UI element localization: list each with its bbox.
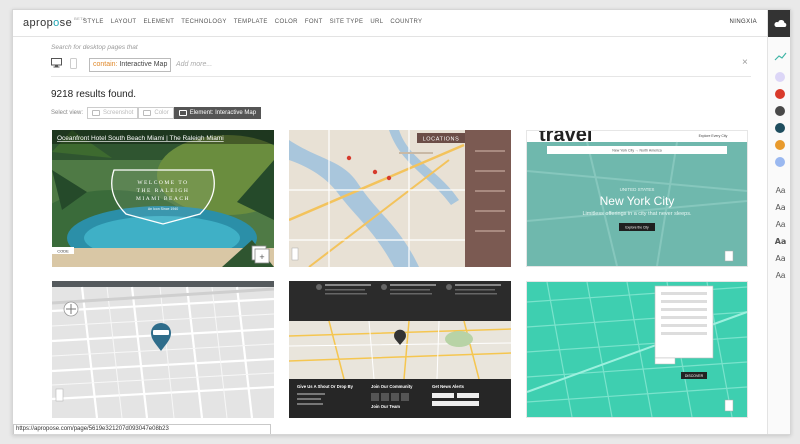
- nav-site-type[interactable]: SITE TYPE: [330, 19, 364, 25]
- explore-every-city-link: Explore Every City: [699, 134, 728, 138]
- trend-icon[interactable]: [774, 52, 787, 61]
- new-york-thumbnail: travel Explore Every City New York City …: [527, 131, 747, 266]
- city-breadcrumb: New York City → North America: [612, 149, 661, 153]
- category-nav: STYLE LAYOUT ELEMENT TECHNOLOGY TEMPLATE…: [83, 19, 422, 25]
- result-card-new-york[interactable]: travel Explore Every City New York City …: [526, 130, 748, 267]
- nav-layout[interactable]: LAYOUT: [111, 19, 137, 25]
- desktop-icon[interactable]: [51, 58, 62, 68]
- element-icon: [178, 110, 187, 116]
- font-sample-1[interactable]: Aa: [768, 186, 790, 195]
- footer-community-heading: Join Our Community: [371, 384, 413, 389]
- font-sample-3[interactable]: Aa: [768, 220, 790, 229]
- palette-icon: [143, 110, 152, 116]
- search-tag-value: Interactive Map: [119, 61, 168, 68]
- footer-team-heading: Join Our Team: [371, 404, 400, 409]
- logo-text: aprop: [23, 17, 54, 29]
- view-screenshot-label: Screenshot: [103, 110, 134, 116]
- view-label: Select view:: [51, 110, 84, 116]
- view-screenshot-button[interactable]: Screenshot: [87, 107, 139, 119]
- result-card-locations-map[interactable]: LOCATIONS: [289, 130, 511, 267]
- search-hint: Search for desktop pages that: [51, 44, 138, 51]
- nav-font[interactable]: FONT: [305, 19, 323, 25]
- add-more-input[interactable]: Add more...: [176, 61, 212, 68]
- clear-search-icon[interactable]: ×: [742, 57, 748, 68]
- raleigh-welcome-line2: THE RALEIGH: [137, 188, 190, 194]
- nav-url[interactable]: URL: [370, 19, 383, 25]
- raleigh-site-title: Oceanfront Hotel South Beach Miami | The…: [57, 135, 224, 142]
- view-element-button[interactable]: Element: Interactive Map: [173, 107, 262, 119]
- view-selector: Select view: Screenshot Color Element: I…: [51, 107, 262, 119]
- font-sample-4[interactable]: Aa: [768, 237, 790, 246]
- nav-technology[interactable]: TECHNOLOGY: [181, 19, 227, 25]
- logo[interactable]: apropose BETA: [23, 16, 86, 29]
- result-card-teal-map[interactable]: DISCOVER: [526, 281, 748, 418]
- font-sample-5[interactable]: Aa: [768, 254, 790, 263]
- main-content: Search for desktop pages that contain: I…: [13, 38, 767, 434]
- cloud-icon: [774, 20, 787, 27]
- color-swatch-teal-dark[interactable]: [775, 123, 785, 133]
- view-element-label: Element: Interactive Map: [189, 110, 257, 116]
- view-color-label: Color: [154, 110, 169, 116]
- top-navigation-bar: apropose BETA STYLE LAYOUT ELEMENT TECHNO…: [13, 10, 767, 37]
- result-card-raleigh[interactable]: Oceanfront Hotel South Beach Miami | The…: [52, 130, 274, 267]
- logo-text-end: se: [59, 17, 73, 29]
- locations-map-thumbnail: LOCATIONS: [289, 130, 511, 267]
- city-title: New York City: [600, 194, 675, 208]
- community-map-thumbnail: Give Us A Shout Or Drop By Join Our Comm…: [289, 281, 511, 418]
- raleigh-welcome-line3: MIAMI BEACH: [136, 196, 190, 202]
- nav-template[interactable]: TEMPLATE: [234, 19, 268, 25]
- explore-city-button: Explore the City: [625, 226, 649, 230]
- mobile-icon[interactable]: [70, 58, 77, 69]
- country-label: UNITED STATES: [620, 187, 655, 192]
- footer-shout-heading: Give Us A Shout Or Drop By: [297, 384, 354, 389]
- results-count: 9218 results found.: [51, 89, 137, 100]
- footer-news-heading: Get News Alerts: [432, 384, 465, 389]
- screenshot-icon: [92, 110, 101, 116]
- result-card-street-map[interactable]: [52, 281, 274, 418]
- teal-map-thumbnail: DISCOVER: [527, 282, 747, 417]
- raleigh-welcome-line1: WELCOME TO: [137, 180, 188, 186]
- raleigh-tagline: An Icon Since 1940: [148, 207, 178, 211]
- status-bar-url: https://apropose.com/page/5619e321207d09…: [13, 424, 271, 434]
- search-tag-key: contain:: [93, 61, 118, 68]
- search-tag[interactable]: contain: Interactive Map: [89, 58, 172, 72]
- result-card-community-map[interactable]: Give Us A Shout Or Drop By Join Our Comm…: [289, 281, 511, 418]
- font-sample-2[interactable]: Aa: [768, 203, 790, 212]
- code-badge: CODE: [57, 249, 69, 254]
- raleigh-thumbnail: Oceanfront Hotel South Beach Miami | The…: [52, 130, 274, 267]
- device-toggle: [51, 58, 77, 69]
- view-color-button[interactable]: Color: [138, 107, 174, 119]
- locations-label: LOCATIONS: [423, 137, 460, 143]
- color-swatch-charcoal[interactable]: [775, 106, 785, 116]
- font-sample-6[interactable]: Aa: [768, 271, 790, 280]
- color-swatch-orange[interactable]: [775, 140, 785, 150]
- nav-style[interactable]: STYLE: [83, 19, 104, 25]
- search-divider: [51, 76, 751, 77]
- nav-country[interactable]: COUNTRY: [390, 19, 422, 25]
- sidebar-toggle-button[interactable]: [768, 10, 790, 37]
- filter-sidebar: Aa Aa Aa Aa Aa Aa: [767, 10, 790, 434]
- color-swatch-lavender[interactable]: [775, 72, 785, 82]
- color-swatch-red[interactable]: [775, 89, 785, 99]
- city-subtitle: Limitless offerings in a city that never…: [582, 211, 692, 217]
- browser-window: apropose BETA STYLE LAYOUT ELEMENT TECHNO…: [12, 9, 791, 435]
- street-map-thumbnail: [52, 281, 274, 418]
- add-icon: +: [259, 252, 264, 262]
- discover-button: DISCOVER: [685, 374, 704, 378]
- nav-color[interactable]: COLOR: [275, 19, 298, 25]
- region-selector[interactable]: NINGXIA: [730, 19, 757, 25]
- nav-element[interactable]: ELEMENT: [143, 19, 174, 25]
- color-swatch-blue[interactable]: [775, 157, 785, 167]
